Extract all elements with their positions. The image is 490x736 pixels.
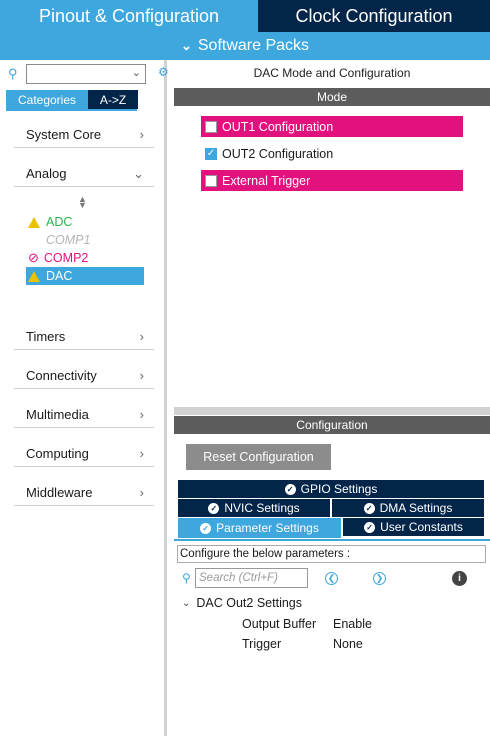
category-timers[interactable]: Timers › [14,324,154,350]
software-packs-menu[interactable]: ⌄ Software Packs [0,32,490,60]
category-connectivity[interactable]: Connectivity › [14,363,154,389]
warning-icon [28,270,40,282]
tab-pinout-configuration[interactable]: Pinout & Configuration [0,0,258,32]
left-panel: ⚲ ⌄ ⚙ Categories A->Z System Core › Anal… [0,60,169,736]
previous-match-button[interactable]: ❮ [325,572,338,585]
analog-item-comp1[interactable]: COMP1 [26,231,144,249]
check-circle-icon: ✓ [200,522,212,534]
analog-item-label: DAC [46,269,73,283]
top-tabs: Pinout & Configuration Clock Configurati… [0,0,490,32]
tab-categories[interactable]: Categories [6,90,88,109]
chevron-right-icon: › [139,446,144,461]
category-system-core[interactable]: System Core › [14,122,154,148]
right-panel: DAC Mode and Configuration Mode OUT1 Con… [174,60,490,736]
chevron-down-icon: ⌄ [131,67,141,79]
blocked-icon: ⊘ [28,250,39,265]
mode-label: OUT1 Configuration [222,119,334,134]
category-label: Computing [26,446,89,461]
analog-item-label: ADC [46,215,73,229]
check-circle-icon: ✓ [364,521,376,533]
category-analog[interactable]: Analog ⌄ [14,161,154,187]
tab-gpio-settings[interactable]: ✓ GPIO Settings [178,480,484,498]
gear-icon[interactable]: ⚙ [158,65,169,79]
tab-label: User Constants [380,520,463,534]
category-tabs: Categories A->Z [6,90,138,109]
out1-checkbox[interactable] [205,120,217,133]
category-label: Analog [26,166,67,181]
tab-label: Parameter Settings [216,521,319,535]
param-name: Output Buffer [242,617,317,631]
param-value[interactable]: None [333,637,363,651]
out2-checkbox[interactable]: ✓ [205,147,217,160]
reset-configuration-button[interactable]: Reset Configuration [186,444,331,470]
mode-row-external-trigger[interactable]: External Trigger [201,170,463,191]
tab-a-to-z[interactable]: A->Z [88,90,138,109]
category-label: Middleware [26,485,93,500]
tab-underline [6,109,137,111]
info-icon[interactable]: i [452,571,467,586]
tab-label: NVIC Settings [224,501,300,515]
chevron-right-icon: › [139,329,144,344]
tab-parameter-settings[interactable]: ✓ Parameter Settings [178,518,341,538]
check-circle-icon: ✓ [284,483,296,495]
analog-item-label: COMP2 [43,251,89,265]
chevron-down-icon: ⌄ [182,597,191,609]
param-name: Trigger [242,637,282,651]
external-trigger-checkbox[interactable] [205,174,217,187]
chevron-right-icon: › [139,127,144,142]
check-circle-icon: ✓ [363,502,375,514]
panel-title: DAC Mode and Configuration [253,66,411,80]
parameter-settings-panel: Configure the below parameters : ⚲ Searc… [174,539,490,736]
param-group-dac-out2[interactable]: ⌄ DAC Out2 Settings [182,596,302,610]
category-middleware[interactable]: Middleware › [14,480,154,506]
analog-item-adc[interactable]: ADC [26,213,144,231]
next-match-button[interactable]: ❯ [373,572,386,585]
parameter-search-input[interactable]: Search (Ctrl+F) [195,568,308,588]
category-label: Multimedia [26,407,89,422]
mode-header: Mode [174,88,490,106]
category-search-input[interactable]: ⌄ [26,64,146,84]
chevron-right-icon: › [139,485,144,500]
category-label: System Core [26,127,102,142]
check-circle-icon: ✓ [208,502,220,514]
chevron-right-icon: › [139,407,144,422]
tab-nvic-settings[interactable]: ✓ NVIC Settings [178,499,330,517]
category-label: Timers [26,329,66,344]
mode-row-out1[interactable]: OUT1 Configuration [201,116,463,137]
param-row-trigger[interactable]: Trigger None [242,637,482,651]
mode-label: External Trigger [222,173,311,188]
param-row-output-buffer[interactable]: Output Buffer Enable [242,617,482,631]
analog-item-dac[interactable]: DAC [26,267,144,285]
param-value[interactable]: Enable [333,617,372,631]
param-group-label: DAC Out2 Settings [196,596,302,610]
tab-dma-settings[interactable]: ✓ DMA Settings [332,499,484,517]
category-computing[interactable]: Computing › [14,441,154,467]
tab-user-constants[interactable]: ✓ User Constants [343,518,484,536]
category-label: Connectivity [26,368,97,383]
splitter[interactable] [174,407,490,415]
category-search-row: ⚲ ⌄ [8,64,146,84]
software-packs-label: Software Packs [197,37,310,54]
mode-label: OUT2 Configuration [222,146,334,161]
search-icon: ⚲ [182,571,191,585]
configuration-header: Configuration [174,416,490,434]
sort-icon[interactable]: ▲ ▼ [78,195,87,210]
warning-icon [28,216,40,228]
mode-row-out2[interactable]: ✓ OUT2 Configuration [201,143,463,164]
tab-label: DMA Settings [379,501,453,515]
chevron-down-icon: ⌄ [133,165,144,181]
tab-clock-configuration[interactable]: Clock Configuration [258,0,490,32]
analog-item-label: COMP1 [46,233,91,247]
search-icon: ⚲ [8,66,18,81]
chevron-down-icon: ⌄ [180,38,192,53]
chevron-right-icon: › [139,368,144,383]
params-hint: Configure the below parameters : [177,545,486,563]
tab-label: GPIO Settings [300,482,378,496]
category-multimedia[interactable]: Multimedia › [14,402,154,428]
analog-item-comp2[interactable]: ⊘ COMP2 [26,249,144,267]
